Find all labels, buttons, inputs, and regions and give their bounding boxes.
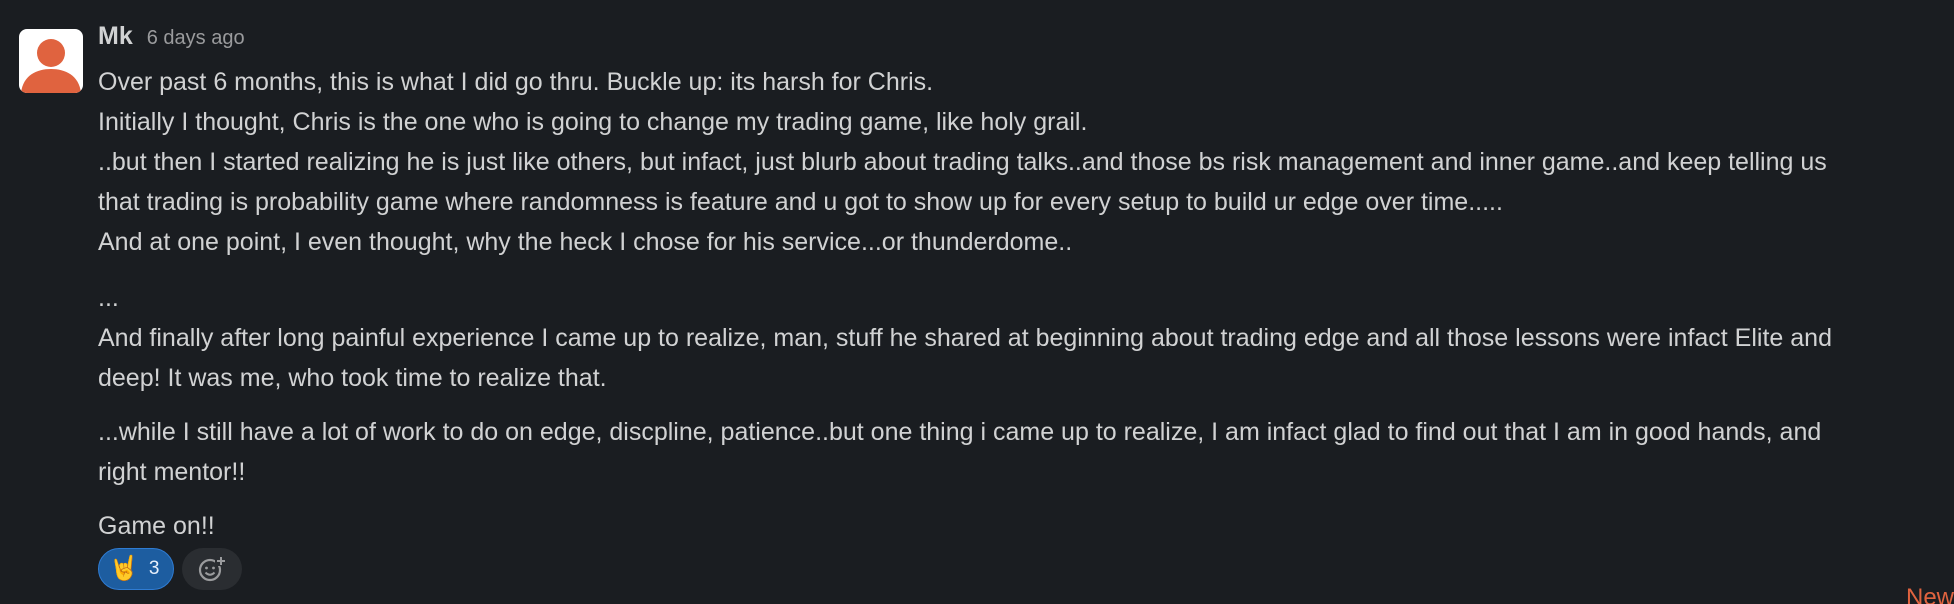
message-line: ... (98, 284, 119, 312)
message-line: ...while I still have a lot of work to d… (98, 418, 1822, 446)
message-line: And at one point, I even thought, why th… (98, 228, 1073, 256)
message-line: deep! It was me, who took time to realiz… (98, 364, 607, 392)
message-line: right mentor!! (98, 458, 246, 486)
rock-on-hand-icon: 🤘 (109, 555, 139, 582)
message-line: Initially I thought, Chris is the one wh… (98, 108, 1088, 136)
avatar[interactable] (19, 29, 83, 93)
add-reaction-button[interactable] (182, 548, 243, 590)
user-avatar-icon (21, 39, 81, 93)
message-content: Mk 6 days ago Over past 6 months, this i… (98, 22, 1948, 546)
message-header: Mk 6 days ago (98, 22, 1948, 62)
new-messages-marker[interactable]: New (1906, 584, 1954, 604)
reactions-bar: 🤘 3 (98, 548, 243, 590)
add-emoji-icon (199, 556, 228, 582)
message-line: Over past 6 months, this is what I did g… (98, 68, 934, 96)
message-line: that trading is probability game where r… (98, 188, 1503, 216)
message-line: And finally after long painful experienc… (98, 324, 1832, 352)
reaction-count: 3 (148, 558, 160, 579)
author-name[interactable]: Mk (98, 22, 133, 51)
message-line: ..but then I started realizing he is jus… (98, 148, 1827, 176)
message-item: Mk 6 days ago Over past 6 months, this i… (0, 0, 1954, 604)
message-line: Game on!! (98, 512, 215, 540)
message-timestamp[interactable]: 6 days ago (147, 27, 245, 50)
reaction-pill[interactable]: 🤘 3 (98, 548, 175, 590)
